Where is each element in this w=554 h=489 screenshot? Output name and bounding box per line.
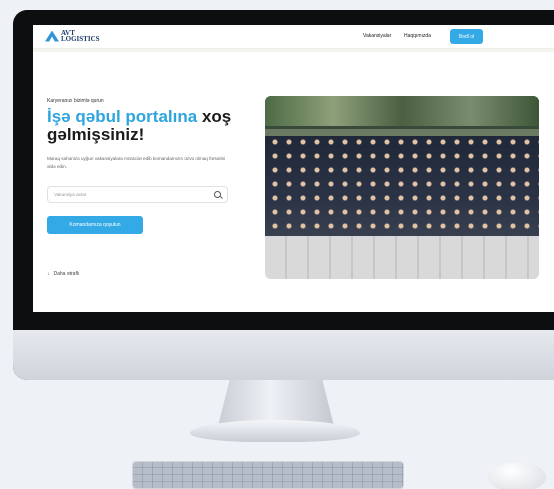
monitor-chin [13,330,554,380]
hero-title-rest-1: xoş [201,107,232,126]
photo-crowd [265,136,539,241]
hero-kicker: Karyeranızı bizimlə qurun [47,98,104,104]
vacancy-search[interactable]: Vakansiya axtar [47,186,228,203]
photo-trees [265,96,539,126]
monitor-stand-base [190,420,360,442]
screen: AVT LOGISTICS Vakansiyalar Haqqımızda Bə… [33,25,554,312]
join-team-button[interactable]: Komandamıza qoşulun [47,216,143,234]
photo-ground [265,236,539,279]
more-label: Daha ətraflı [53,271,80,277]
hero-title-rest-2: gəlmişsiniz! [47,125,145,144]
logo[interactable]: AVT LOGISTICS [45,29,100,43]
team-photo [265,96,539,279]
logo-mark-icon [45,30,59,42]
more-link[interactable]: ↓ Daha ətraflı [47,271,79,277]
logo-text: AVT LOGISTICS [61,29,100,43]
arrow-down-icon: ↓ [47,271,50,277]
hero-title: İşə qəbul portalına xoş gəlmişsiniz! [47,108,247,144]
hero-title-accent: İşə qəbul portalına [47,107,198,126]
keyboard [132,461,404,489]
header: AVT LOGISTICS Vakansiyalar Haqqımızda Bə… [33,25,554,49]
nav-about[interactable]: Haqqımızda [404,33,431,39]
search-input[interactable]: Vakansiya axtar [54,192,86,197]
apply-button[interactable]: Bədl ol [450,29,483,44]
mouse [488,462,546,489]
search-icon[interactable] [214,191,221,198]
nav-vacancies[interactable]: Vakansiyalar [363,33,391,39]
header-divider [33,49,554,52]
hero-description: Maraq sahənizə uyğun vakansiyalara mürac… [47,156,226,169]
